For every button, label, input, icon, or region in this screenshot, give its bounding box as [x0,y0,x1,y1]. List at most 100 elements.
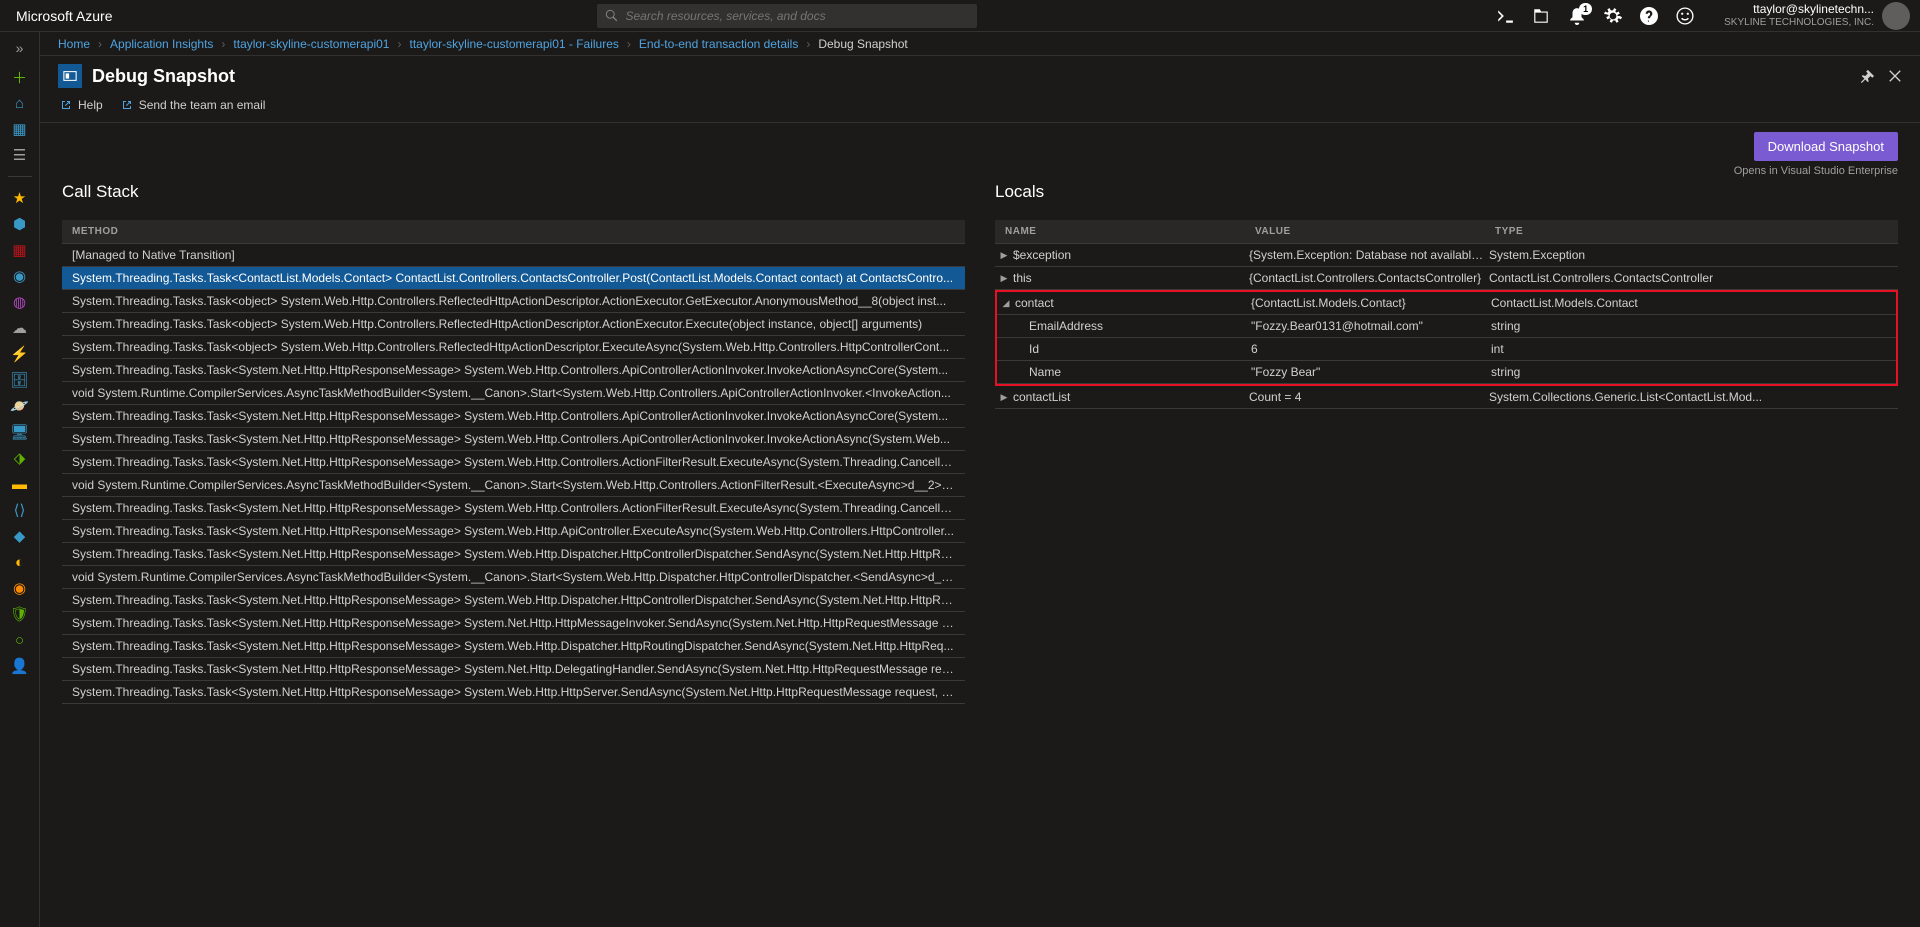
local-value: "Fozzy.Bear0131@hotmail.com" [1251,319,1491,333]
stack-frame[interactable]: System.Threading.Tasks.Task<System.Net.H… [62,681,965,704]
expand-arrow-icon[interactable]: ▶ [999,392,1009,403]
breadcrumb-appinsights[interactable]: Application Insights [110,37,213,51]
breadcrumb-failures[interactable]: ttaylor-skyline-customerapi01 - Failures [409,37,618,51]
rail-db-icon[interactable]: 🗄 [11,371,29,389]
rail-monitor-icon[interactable]: ◐ [11,553,29,571]
notification-badge: 1 [1579,3,1592,15]
rail-expand-icon[interactable]: » [16,36,24,60]
feedback-icon[interactable] [1676,7,1694,25]
dashboard-icon[interactable]: ▦ [11,120,29,138]
local-type: System.Collections.Generic.List<ContactL… [1489,390,1888,404]
callstack-body: [Managed to Native Transition]System.Thr… [62,244,965,704]
locals-row[interactable]: ◢contact{ContactList.Models.Contact}Cont… [997,292,1896,315]
locals-row[interactable]: ▶ this {ContactList.Controllers.ContactsCo… [995,267,1898,290]
pin-icon[interactable] [1860,69,1874,83]
help-link[interactable]: Help [60,98,103,112]
local-name: Id [1029,342,1039,356]
stack-frame[interactable]: System.Threading.Tasks.Task<System.Net.H… [62,543,965,566]
avatar[interactable] [1882,2,1910,30]
rail-cube-icon[interactable]: ⬢ [11,215,29,233]
stack-frame[interactable]: [Managed to Native Transition] [62,244,965,267]
callstack-panel: Call Stack METHOD [Managed to Native Tra… [62,122,965,927]
locals-body: ▶$exception{System.Exception: Database n… [995,244,1898,409]
breadcrumb-home[interactable]: Home [58,37,90,51]
global-search[interactable] [597,4,977,28]
azure-logo[interactable]: Microsoft Azure [10,8,112,24]
rail-cost-icon[interactable]: ○ [11,631,29,649]
stack-frame[interactable]: System.Threading.Tasks.Task<object> Syst… [62,336,965,359]
local-type: ContactList.Controllers.ContactsControll… [1489,271,1888,285]
stack-frame[interactable]: System.Threading.Tasks.Task<System.Net.H… [62,520,965,543]
stack-frame[interactable]: void System.Runtime.CompilerServices.Asy… [62,382,965,405]
rail-cloud-icon[interactable]: ☁ [11,319,29,337]
stack-frame[interactable]: System.Threading.Tasks.Task<System.Net.H… [62,359,965,382]
local-name: contactList [1013,390,1070,404]
local-value: {System.Exception: Database not availabl… [1249,248,1489,262]
rail-vm-icon[interactable]: 🖥 [11,423,29,441]
stack-frame[interactable]: System.Threading.Tasks.Task<System.Net.H… [62,451,965,474]
snapshot-icon [58,64,82,88]
stack-frame[interactable]: System.Threading.Tasks.Task<System.Net.H… [62,612,965,635]
locals-header: NAME VALUE TYPE [995,220,1898,244]
expand-arrow-icon[interactable]: ▶ [999,273,1009,284]
locals-row[interactable]: Id6int [997,338,1896,361]
rail-support-icon[interactable]: 👤 [11,657,29,675]
rail-security-icon[interactable]: 🛡 [11,605,29,623]
expand-arrow-icon[interactable]: ▶ [999,250,1009,261]
stack-frame[interactable]: System.Threading.Tasks.Task<System.Net.H… [62,405,965,428]
stack-frame[interactable]: System.Threading.Tasks.Task<System.Net.H… [62,497,965,520]
locals-row[interactable]: ▶contactListCount = 4System.Collections.… [995,386,1898,409]
user-account[interactable]: ttaylor@skylinetechn... SKYLINE TECHNOLO… [1724,2,1910,30]
favorite-star-icon[interactable]: ★ [11,189,29,207]
global-search-input[interactable] [625,9,969,23]
all-services-icon[interactable]: ☰ [11,146,29,164]
stack-frame[interactable]: void System.Runtime.CompilerServices.Asy… [62,474,965,497]
locals-panel: Locals NAME VALUE TYPE ▶$exception{Syste… [995,122,1898,927]
rail-function-icon[interactable]: ⚡ [11,345,29,363]
rail-bulb-icon[interactable]: ◍ [11,293,29,311]
rail-grid-icon[interactable]: ▦ [11,241,29,259]
rail-storage-icon[interactable]: ▬ [11,475,29,493]
locals-row[interactable]: EmailAddress"Fozzy.Bear0131@hotmail.com"… [997,315,1896,338]
callstack-title: Call Stack [62,182,965,202]
create-resource-icon[interactable]: ＋ [11,68,29,86]
directory-icon[interactable] [1532,7,1550,25]
local-value: {ContactList.Controllers.ContactsControl… [1249,271,1489,285]
stack-frame[interactable]: System.Threading.Tasks.Task<System.Net.H… [62,589,965,612]
stack-frame[interactable]: System.Threading.Tasks.Task<System.Net.H… [62,658,965,681]
locals-row[interactable]: ▶$exception{System.Exception: Database n… [995,244,1898,267]
stack-frame[interactable]: System.Threading.Tasks.Task<object> Syst… [62,313,965,336]
breadcrumb-e2e[interactable]: End-to-end transaction details [639,37,798,51]
rail-ad-icon[interactable]: ◆ [11,527,29,545]
main-content: Download Snapshot Opens in Visual Studio… [40,122,1920,927]
stack-frame[interactable]: System.Threading.Tasks.Task<object> Syst… [62,290,965,313]
locals-row[interactable]: Name"Fozzy Bear"string [997,361,1896,384]
page-header: Debug Snapshot Help Send the team an ema… [40,56,1920,123]
expand-arrow-icon[interactable]: ◢ [1001,298,1011,309]
rail-lb-icon[interactable]: ⬗ [11,449,29,467]
rail-advisor-icon[interactable]: ◉ [11,579,29,597]
breadcrumb-current: Debug Snapshot [818,37,907,51]
local-name: this [1013,271,1032,285]
home-icon[interactable]: ⌂ [11,94,29,112]
notifications-icon[interactable]: 1 [1568,7,1586,25]
download-snapshot-button[interactable]: Download Snapshot [1754,132,1898,161]
stack-frame[interactable]: System.Threading.Tasks.Task<System.Net.H… [62,428,965,451]
rail-globe-icon[interactable]: ◉ [11,267,29,285]
top-header: Microsoft Azure 1 ttaylor@skylinetechn..… [0,0,1920,32]
close-icon[interactable] [1888,69,1902,83]
send-email-link[interactable]: Send the team an email [121,98,266,112]
locals-col-type: TYPE [1495,226,1888,237]
settings-icon[interactable] [1604,7,1622,25]
stack-frame[interactable]: System.Threading.Tasks.Task<ContactList.… [62,267,965,290]
local-type: string [1491,319,1886,333]
stack-frame[interactable]: System.Threading.Tasks.Task<System.Net.H… [62,635,965,658]
local-type: ContactList.Models.Contact [1491,296,1886,310]
rail-cosmos-icon[interactable]: 🪐 [11,397,29,415]
breadcrumb-resource[interactable]: ttaylor-skyline-customerapi01 [233,37,389,51]
rail-network-icon[interactable]: ⟨⟩ [11,501,29,519]
cloud-shell-icon[interactable] [1496,7,1514,25]
help-icon[interactable] [1640,7,1658,25]
stack-frame[interactable]: void System.Runtime.CompilerServices.Asy… [62,566,965,589]
user-org: SKYLINE TECHNOLOGIES, INC. [1724,17,1874,28]
